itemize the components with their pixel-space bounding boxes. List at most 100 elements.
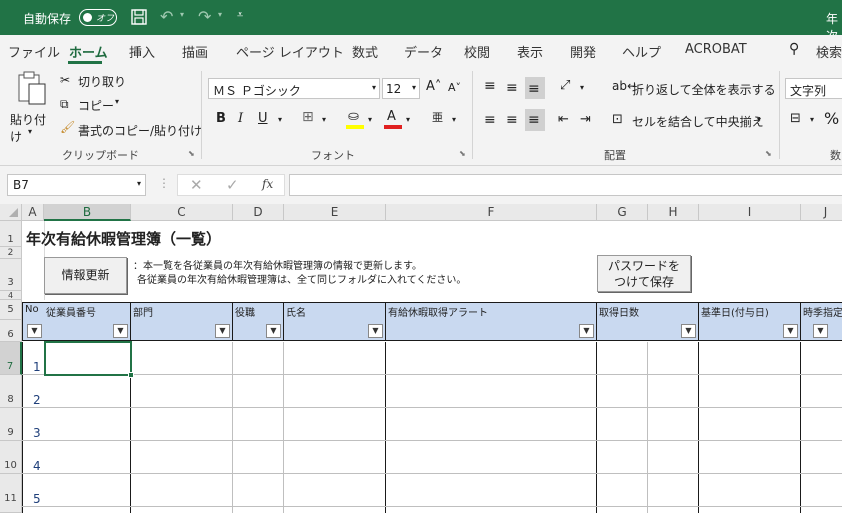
bold-icon[interactable]: B: [216, 111, 226, 126]
column-header[interactable]: F: [386, 204, 597, 221]
password-save-button[interactable]: パスワードを つけて保存: [597, 255, 691, 292]
align-bottom-icon[interactable]: ≡: [528, 81, 540, 97]
formula-input[interactable]: [289, 174, 842, 196]
select-all-corner[interactable]: [0, 204, 22, 221]
phonetic-dropdown-icon[interactable]: ▾: [452, 115, 456, 124]
increase-indent-icon[interactable]: ⇥: [580, 112, 591, 127]
font-launcher-icon[interactable]: ⬊: [459, 149, 466, 158]
more-options-icon[interactable]: ⋮: [158, 176, 170, 190]
row-header[interactable]: 10: [0, 441, 22, 474]
column-header[interactable]: D: [233, 204, 284, 221]
tab-home[interactable]: ホーム: [69, 42, 108, 61]
filter-dropdown-icon[interactable]: ▼: [113, 324, 128, 338]
update-info-button[interactable]: 情報更新: [44, 257, 127, 294]
percent-icon[interactable]: %: [824, 109, 839, 128]
paste-button[interactable]: 貼り付け ▾: [8, 71, 52, 144]
column-header[interactable]: B: [44, 204, 131, 221]
redo-icon[interactable]: ↷: [198, 7, 211, 26]
align-top-icon[interactable]: ≡: [484, 78, 496, 94]
align-right-icon[interactable]: ≡: [528, 112, 540, 128]
filter-dropdown-icon[interactable]: ▼: [368, 324, 383, 338]
tab-review[interactable]: 校閲: [464, 42, 490, 61]
filter-dropdown-icon[interactable]: ▼: [579, 324, 594, 338]
cancel-icon[interactable]: ✕: [190, 176, 203, 194]
border-icon[interactable]: ⊞: [302, 109, 314, 125]
filter-dropdown-icon[interactable]: ▼: [783, 324, 798, 338]
format-painter-icon[interactable]: 🖌: [60, 120, 75, 134]
column-header[interactable]: C: [131, 204, 233, 221]
merge-center-button[interactable]: セルを結合して中央揃え: [632, 113, 764, 130]
row-header[interactable]: 9: [0, 408, 22, 441]
phonetic-icon[interactable]: 亜: [432, 109, 443, 125]
name-box[interactable]: B7 ▾: [7, 174, 146, 196]
format-painter-button[interactable]: 書式のコピー/貼り付け: [78, 122, 202, 139]
save-icon[interactable]: [130, 8, 148, 29]
filter-dropdown-icon[interactable]: ▼: [215, 324, 230, 338]
search-icon[interactable]: ⚲: [789, 41, 799, 57]
currency-icon[interactable]: ⊟: [790, 111, 801, 126]
tab-file[interactable]: ファイル: [8, 42, 60, 61]
cut-icon[interactable]: ✂: [60, 73, 70, 87]
copy-button[interactable]: コピー: [78, 97, 114, 114]
fill-color-dropdown-icon[interactable]: ▾: [368, 115, 372, 124]
column-header[interactable]: J: [801, 204, 842, 221]
row-header[interactable]: 4: [0, 291, 22, 300]
column-header[interactable]: H: [648, 204, 699, 221]
filter-dropdown-icon[interactable]: ▼: [681, 324, 696, 338]
insert-function-icon[interactable]: fx: [262, 177, 273, 191]
orientation-dropdown-icon[interactable]: ▾: [580, 83, 584, 92]
decrease-indent-icon[interactable]: ⇤: [558, 112, 569, 127]
font-color-dropdown-icon[interactable]: ▾: [406, 115, 410, 124]
number-format-dropdown[interactable]: 文字列: [785, 78, 842, 99]
enter-icon[interactable]: ✓: [226, 176, 239, 194]
search-label[interactable]: 検索: [816, 42, 842, 61]
align-center-icon[interactable]: ≡: [506, 112, 518, 128]
filter-dropdown-icon[interactable]: ▼: [27, 324, 42, 338]
fill-handle[interactable]: [128, 372, 134, 378]
tab-insert[interactable]: 挿入: [129, 42, 155, 61]
tab-view[interactable]: 表示: [517, 42, 543, 61]
tab-help[interactable]: ヘルプ: [622, 42, 661, 61]
tab-formulas[interactable]: 数式: [352, 42, 378, 61]
tab-developer[interactable]: 開発: [570, 42, 596, 61]
row-header[interactable]: 8: [0, 375, 22, 408]
filter-dropdown-icon[interactable]: ▼: [813, 324, 828, 338]
undo-dropdown-icon[interactable]: ▾: [180, 10, 184, 19]
clipboard-launcher-icon[interactable]: ⬊: [188, 149, 195, 158]
row-header[interactable]: 1: [0, 221, 22, 247]
active-cell[interactable]: [44, 341, 132, 376]
tab-draw[interactable]: 描画: [182, 42, 208, 61]
column-header[interactable]: G: [597, 204, 648, 221]
underline-icon[interactable]: U: [258, 111, 268, 126]
fill-color-icon[interactable]: ⛀: [348, 109, 359, 124]
font-size-dropdown[interactable]: 12 ▾: [382, 78, 420, 99]
orientation-icon[interactable]: ⤢: [560, 78, 570, 93]
column-header[interactable]: I: [699, 204, 801, 221]
align-left-icon[interactable]: ≡: [484, 112, 496, 128]
row-header[interactable]: 5: [0, 300, 22, 320]
row-header[interactable]: 2: [0, 247, 22, 259]
font-name-dropdown[interactable]: ＭＳ Ｐゴシック ▾: [208, 78, 380, 99]
border-dropdown-icon[interactable]: ▾: [322, 115, 326, 124]
row-header[interactable]: 7: [0, 342, 22, 375]
autosave-toggle[interactable]: オフ: [79, 9, 117, 26]
redo-dropdown-icon[interactable]: ▾: [218, 10, 222, 19]
italic-icon[interactable]: I: [238, 111, 243, 126]
customize-toolbar-icon[interactable]: ⩡: [237, 8, 243, 22]
align-middle-icon[interactable]: ≡: [506, 80, 518, 96]
alignment-launcher-icon[interactable]: ⬊: [765, 149, 772, 158]
font-color-icon[interactable]: A: [387, 109, 396, 124]
cut-button[interactable]: 切り取り: [78, 73, 126, 90]
tab-page-layout[interactable]: ページ レイアウト: [236, 42, 344, 61]
tab-data[interactable]: データ: [404, 42, 443, 61]
merge-center-icon[interactable]: ⊡: [612, 112, 623, 127]
column-header[interactable]: A: [22, 204, 44, 221]
column-header[interactable]: E: [284, 204, 386, 221]
filter-dropdown-icon[interactable]: ▼: [266, 324, 281, 338]
currency-dropdown-icon[interactable]: ▾: [810, 115, 814, 124]
row-header[interactable]: 11: [0, 474, 22, 513]
increase-font-icon[interactable]: A˄: [426, 79, 441, 94]
tab-acrobat[interactable]: ACROBAT: [685, 42, 747, 57]
undo-icon[interactable]: ↶: [160, 7, 173, 26]
underline-dropdown-icon[interactable]: ▾: [278, 115, 282, 124]
